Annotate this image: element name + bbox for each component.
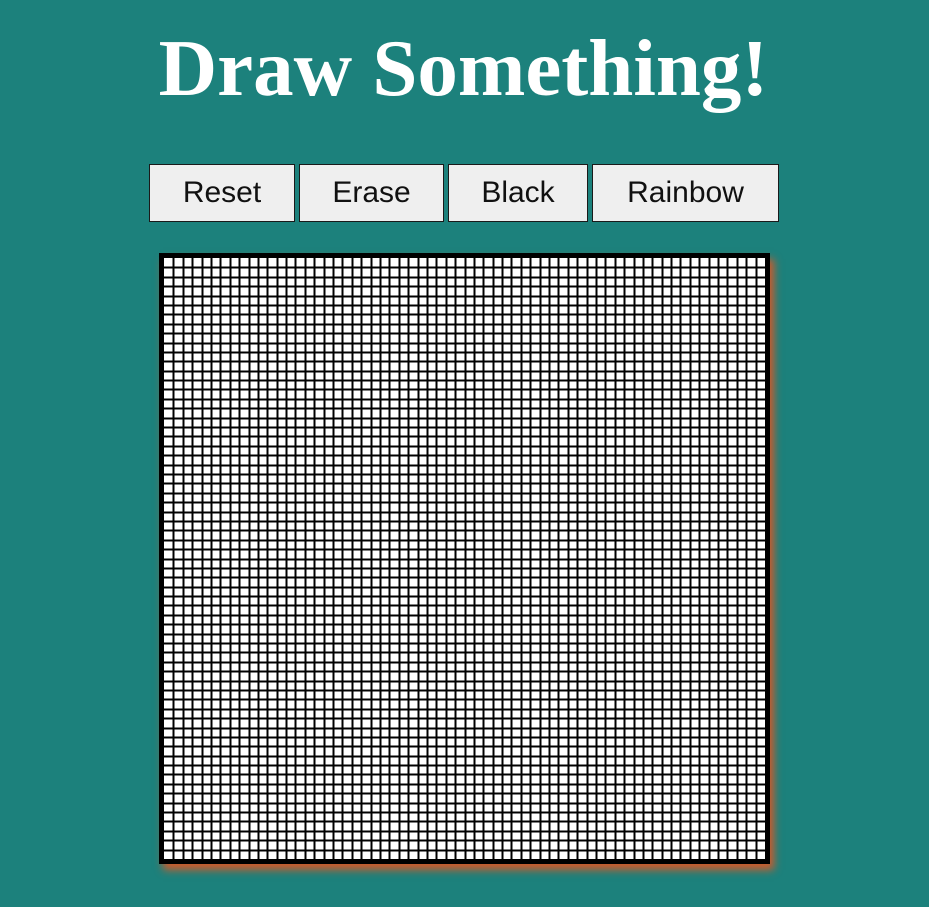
sketchpad[interactable] xyxy=(159,253,770,864)
rainbow-button[interactable]: Rainbow xyxy=(592,164,779,222)
reset-button[interactable]: Reset xyxy=(149,164,295,222)
sketch-grid[interactable] xyxy=(164,258,765,859)
page-title: Draw Something! xyxy=(158,23,769,113)
erase-button[interactable]: Erase xyxy=(299,164,444,222)
grid-background xyxy=(164,258,765,859)
black-button[interactable]: Black xyxy=(448,164,588,222)
